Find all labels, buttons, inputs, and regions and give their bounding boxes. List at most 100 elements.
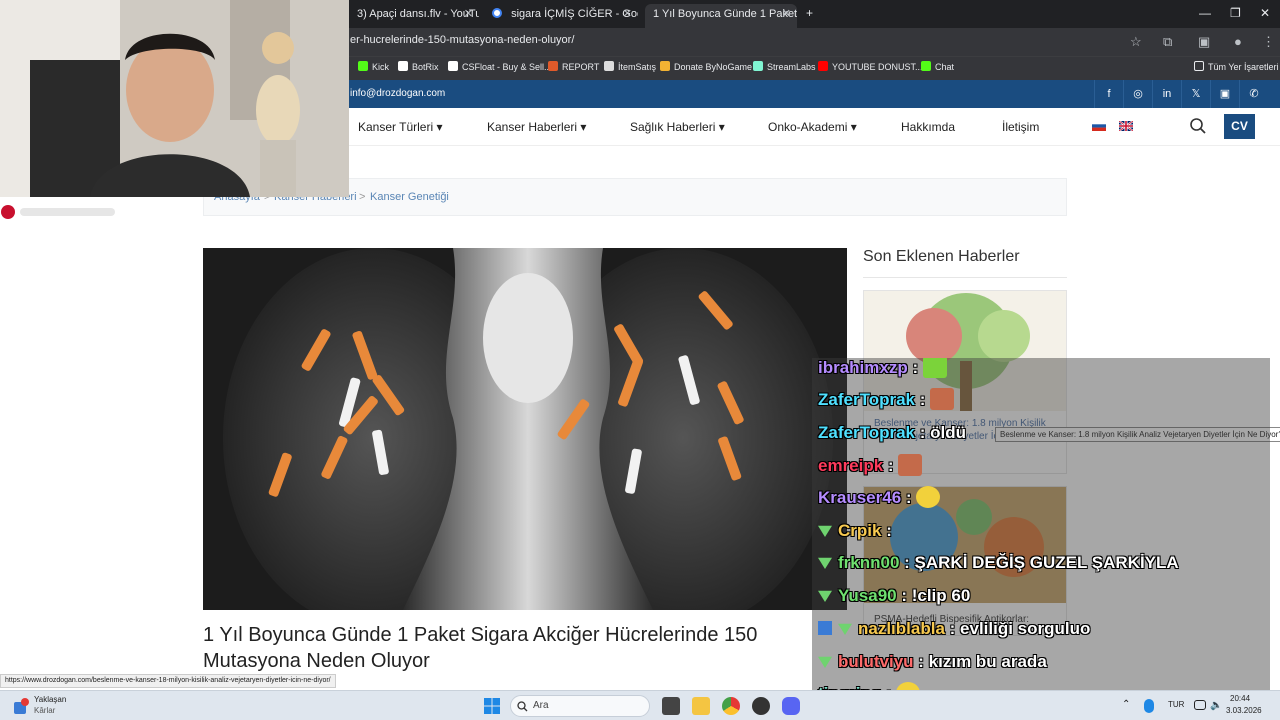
profile-avatar-icon[interactable]: ● bbox=[1234, 34, 1242, 49]
chat-username: ZaferToprak bbox=[818, 423, 915, 442]
x-twitter-icon[interactable]: 𝕏 bbox=[1181, 80, 1210, 108]
instagram-icon[interactable]: ◎ bbox=[1123, 80, 1152, 108]
russian-flag-icon[interactable] bbox=[1092, 121, 1106, 131]
google-icon bbox=[492, 8, 502, 18]
subscriber-badge-icon bbox=[818, 590, 832, 602]
minimize-icon[interactable]: — bbox=[1199, 6, 1211, 20]
tab-youtube[interactable]: 3) Apaçi dansı.flv - YouTube ✕ bbox=[349, 4, 479, 28]
status-bar-url: https://www.drozdogan.com/beslenme-ve-ka… bbox=[0, 674, 336, 688]
sidepanel-icon[interactable]: ▣ bbox=[1198, 34, 1210, 50]
file-explorer-icon[interactable] bbox=[692, 697, 710, 715]
facebook-icon[interactable]: f bbox=[1094, 80, 1123, 108]
extensions-icon[interactable]: ⧉ bbox=[1163, 34, 1172, 50]
network-icon[interactable] bbox=[1194, 700, 1206, 710]
all-bookmarks[interactable]: Tüm Yer İşaretleri bbox=[1194, 61, 1279, 72]
clock-date[interactable]: 3.03.2026 bbox=[1226, 706, 1262, 715]
nav-saglik-haberleri[interactable]: Sağlık Haberleri ▾ bbox=[630, 120, 725, 134]
close-window-icon[interactable]: ✕ bbox=[1260, 6, 1270, 20]
menu-icon[interactable]: ⋮ bbox=[1262, 34, 1275, 50]
folder-icon bbox=[1194, 61, 1204, 71]
sidebar-title: Son Eklenen Haberler bbox=[863, 248, 1020, 265]
botrix-icon bbox=[398, 61, 408, 71]
emote-icon bbox=[916, 486, 941, 508]
tray-chevron-icon[interactable]: ⌃ bbox=[1122, 699, 1134, 711]
nav-iletisim[interactable]: İletişim bbox=[1002, 120, 1039, 134]
article-hero-image bbox=[203, 248, 847, 610]
bookmark-itemsatis[interactable]: İtemSatış bbox=[604, 61, 656, 72]
subscriber-badge-icon bbox=[838, 623, 852, 635]
keyboard-language[interactable]: TUR bbox=[1168, 700, 1184, 709]
weather-title[interactable]: Yaklaşan bbox=[34, 695, 66, 704]
nav-onko-akademi[interactable]: Onko-Akademi ▾ bbox=[768, 120, 857, 134]
chat-message: emreipk : bbox=[818, 451, 923, 481]
bookmark-kick[interactable]: Kick bbox=[358, 61, 389, 72]
discord-icon[interactable] bbox=[782, 697, 800, 715]
nav-hakkimda[interactable]: Hakkımda bbox=[901, 120, 955, 134]
tab-google[interactable]: sigara İÇMİŞ CİĞER - Google'da ✕ bbox=[484, 4, 638, 28]
bookmark-botrix[interactable]: BotRix bbox=[398, 61, 439, 72]
bookmark-star-icon[interactable]: ☆ bbox=[1130, 34, 1142, 50]
search-icon bbox=[517, 701, 528, 712]
close-icon[interactable]: ✕ bbox=[623, 4, 632, 24]
restore-icon[interactable]: ❐ bbox=[1230, 6, 1241, 20]
chat-username: frknn00 bbox=[838, 553, 900, 572]
close-icon[interactable]: ✕ bbox=[782, 4, 791, 24]
clock-time[interactable]: 20:44 bbox=[1230, 694, 1250, 703]
csfloat-icon bbox=[448, 61, 458, 71]
tab-active-article[interactable]: 1 Yıl Boyunca Günde 1 Paket Si ✕ bbox=[645, 4, 797, 28]
linkedin-icon[interactable]: in bbox=[1152, 80, 1181, 108]
all-bookmarks-label: Tüm Yer İşaretleri bbox=[1208, 62, 1279, 72]
cv-button[interactable]: CV bbox=[1224, 114, 1255, 139]
url-text[interactable]: er-hucrelerinde-150-mutasyona-neden-oluy… bbox=[350, 34, 574, 46]
subscriber-badge-icon bbox=[818, 656, 832, 668]
bookmark-streamlabs[interactable]: StreamLabs bbox=[753, 61, 816, 72]
bookmark-chat[interactable]: Chat bbox=[921, 61, 954, 72]
bookmark-label: StreamLabs bbox=[767, 62, 816, 72]
chat-text: !clip 60 bbox=[911, 586, 971, 605]
new-tab-icon[interactable]: + bbox=[806, 6, 813, 20]
whatsapp-icon[interactable]: ✆ bbox=[1239, 80, 1268, 108]
close-icon[interactable]: ✕ bbox=[464, 4, 473, 24]
emote-icon bbox=[898, 454, 923, 476]
chat-username: nazlıblabla bbox=[858, 619, 945, 638]
site-logo-partial bbox=[1, 205, 115, 219]
obs-icon[interactable] bbox=[752, 697, 770, 715]
youtube-icon[interactable]: ▣ bbox=[1210, 80, 1239, 108]
microphone-icon[interactable] bbox=[1144, 699, 1154, 713]
breadcrumb-separator: > bbox=[359, 191, 366, 203]
windows-taskbar: Yaklaşan Kârlar Ara ⌃ TUR 🔈 20:44 3.03.2… bbox=[0, 690, 1280, 720]
volume-icon[interactable]: 🔈 bbox=[1210, 700, 1222, 711]
weather-subtitle: Kârlar bbox=[34, 706, 56, 715]
bookmark-label: İtemSatış bbox=[618, 62, 657, 72]
bookmark-csfloat[interactable]: CSFloat - Buy & Sell... bbox=[448, 61, 552, 72]
task-view-icon[interactable] bbox=[662, 697, 680, 715]
bookmark-youtube-donust[interactable]: YOUTUBE DONUST... bbox=[818, 61, 923, 72]
nav-kanser-haberleri[interactable]: Kanser Haberleri ▾ bbox=[487, 120, 586, 134]
itemsatis-icon bbox=[604, 61, 614, 71]
chat-text: ŞARKİ DEĞİŞ GUZEL ŞARKİYLA bbox=[914, 553, 1179, 572]
breadcrumb-kanser-genetigi[interactable]: Kanser Genetiği bbox=[370, 191, 449, 203]
uk-flag-icon[interactable] bbox=[1119, 121, 1133, 131]
chat-username: Krauser46 bbox=[818, 488, 902, 507]
chat-username: ZaferToprak bbox=[818, 390, 915, 409]
bookmark-report[interactable]: REPORT bbox=[548, 61, 599, 72]
search-icon[interactable] bbox=[1189, 117, 1207, 135]
contact-email[interactable]: info@drozdogan.com bbox=[350, 88, 445, 99]
bookmark-label: Chat bbox=[935, 62, 955, 72]
moderator-badge-icon bbox=[818, 621, 832, 635]
bookmark-bynogame[interactable]: Donate ByNoGame bbox=[660, 61, 752, 72]
tab-label: 3) Apaçi dansı.flv - YouTube bbox=[357, 8, 479, 20]
tab-label: 1 Yıl Boyunca Günde 1 Paket Si bbox=[653, 8, 797, 20]
article-title: 1 Yıl Boyunca Günde 1 Paket Sigara Akciğ… bbox=[203, 624, 758, 672]
chat-username: Crpik bbox=[838, 521, 882, 540]
windows-start-icon[interactable] bbox=[484, 698, 500, 714]
report-icon bbox=[548, 61, 558, 71]
weather-icon[interactable] bbox=[12, 698, 30, 716]
chat-message: Yusa90 : !clip 60 bbox=[818, 581, 970, 611]
chrome-icon[interactable] bbox=[722, 697, 740, 715]
bookmark-label: YOUTUBE DONUST... bbox=[832, 62, 923, 72]
chat-username: ibrahimxzp bbox=[818, 358, 908, 377]
nav-kanser-turleri[interactable]: Kanser Türleri ▾ bbox=[358, 120, 443, 134]
taskbar-search-box[interactable]: Ara bbox=[510, 695, 650, 717]
youtube-icon bbox=[818, 61, 828, 71]
